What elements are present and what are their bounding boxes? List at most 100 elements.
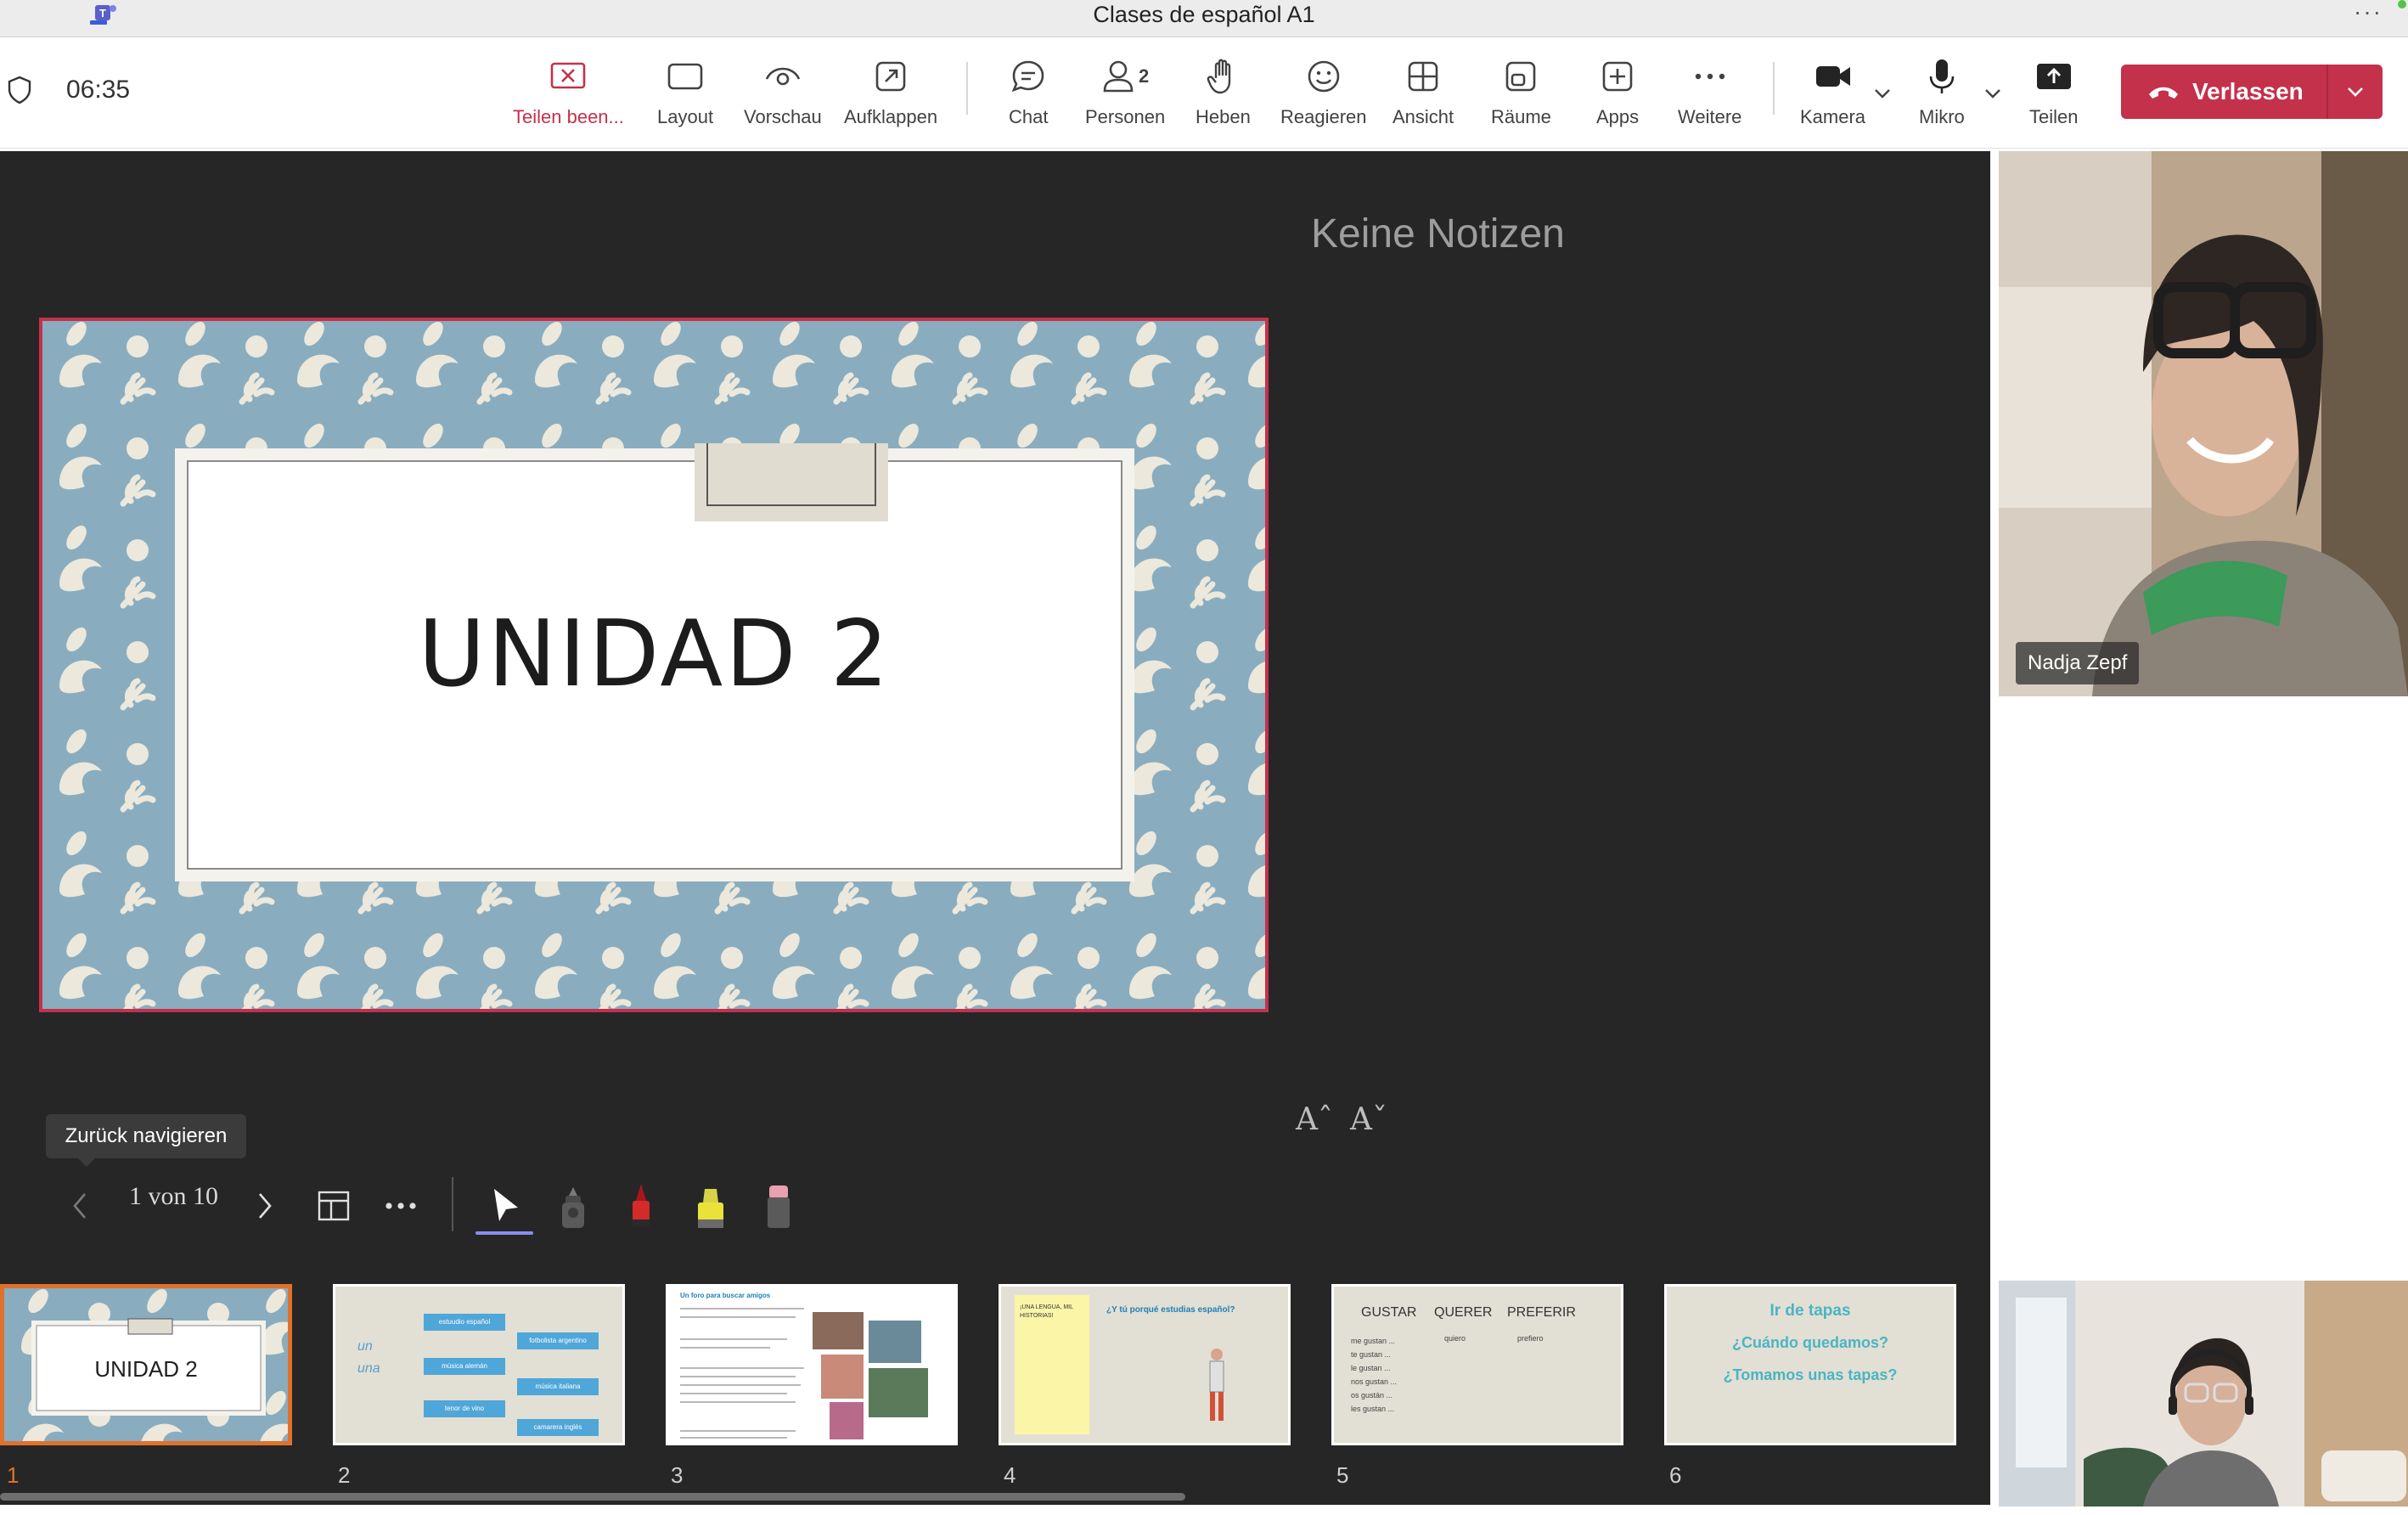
- slide-clip-decoration: [695, 443, 888, 521]
- rooms-icon: [1501, 57, 1540, 96]
- thumbnail-heading: ¿Y tú porqué estudias español?: [1106, 1305, 1235, 1315]
- popout-button[interactable]: Aufklappen: [844, 57, 937, 142]
- thumbnail-header: GUSTAR: [1361, 1305, 1417, 1320]
- thumbnail-slide-5[interactable]: GUSTAR QUERER PREFERIR me gustan ... te g…: [1331, 1284, 1623, 1445]
- current-slide[interactable]: UNIDAD 2: [39, 318, 1269, 1012]
- participants-panel: Nadja Zepf: [1992, 151, 2408, 1515]
- chip: música italiana: [517, 1378, 599, 1395]
- laser-pointer-icon[interactable]: [484, 1180, 526, 1231]
- speaker-notes: Keine Notizen: [1311, 211, 1565, 256]
- shield-icon[interactable]: [7, 76, 32, 104]
- leave-button[interactable]: Verlassen: [2121, 65, 2383, 119]
- leave-main[interactable]: Verlassen: [2121, 65, 2326, 119]
- eraser-icon[interactable]: [757, 1180, 800, 1231]
- apps-button[interactable]: Apps: [1596, 57, 1639, 142]
- thumbnail-heading: Un foro para buscar amigos: [680, 1292, 771, 1299]
- leave-options-button[interactable]: [2328, 65, 2383, 119]
- preview-button[interactable]: Vorschau: [744, 57, 822, 142]
- thumbnail-header: QUERER: [1434, 1305, 1493, 1320]
- popout-label: Aufklappen: [844, 106, 938, 127]
- thumbnail-rows: me gustan ... te gustan ... le gustan ... n…: [1351, 1337, 1398, 1413]
- thumbnail-number: 1: [7, 1462, 20, 1488]
- page-indicator: 1 von 10: [129, 1182, 218, 1210]
- layout-button[interactable]: Layout: [657, 57, 713, 142]
- smiley-icon: [1304, 57, 1343, 96]
- status-dot-icon: [2398, 0, 2406, 8]
- rooms-label: Räume: [1491, 106, 1551, 127]
- leave-label: Verlassen: [2192, 78, 2304, 104]
- thumbnail-title: UNIDAD 2: [94, 1356, 198, 1382]
- toolbar-divider: [966, 62, 968, 115]
- window-more-icon[interactable]: ···: [2354, 0, 2383, 24]
- thumbnail-slide-6[interactable]: Ir de tapas ¿Cuándo quedamos? ¿Tomamos u…: [1664, 1284, 1956, 1445]
- participant-video-frame: [1999, 151, 2408, 696]
- thumbnail-number: 5: [1336, 1462, 1349, 1488]
- view-button[interactable]: Ansicht: [1392, 57, 1454, 142]
- presenter-view: Keine Notizen UNIDAD 2 Aˆ Aˇ Zurück navi…: [0, 151, 1990, 1505]
- meeting-timer: 06:35: [66, 76, 131, 104]
- participant-video-main[interactable]: Nadja Zepf: [1999, 151, 2408, 696]
- camera-button[interactable]: Kamera: [1800, 57, 1865, 142]
- thumbnail-slide-2[interactable]: un una estuudio español música alemán ten…: [333, 1284, 625, 1445]
- raise-hand-label: Heben: [1196, 106, 1251, 127]
- font-increase-button[interactable]: Aˆ: [1296, 1102, 1333, 1137]
- active-tool-indicator: [475, 1231, 533, 1235]
- rooms-button[interactable]: Räume: [1491, 57, 1551, 142]
- thumbnail-note-card: ¡UNA LENGUA, MIL HISTORIAS!: [1015, 1295, 1089, 1434]
- mic-button[interactable]: Mikro: [1919, 57, 1965, 142]
- thumbnail-scrollbar[interactable]: [0, 1493, 1185, 1501]
- chevron-down-icon: [2348, 87, 2363, 97]
- react-label: Reagieren: [1280, 106, 1367, 127]
- slide-title: UNIDAD 2: [418, 601, 892, 707]
- pen-black-icon[interactable]: [552, 1180, 594, 1231]
- more-actions-button[interactable]: Weitere: [1678, 57, 1741, 142]
- ellipsis-icon: [1691, 57, 1730, 96]
- grid-slides-icon[interactable]: [314, 1180, 353, 1231]
- chip: fotbolista argentino: [517, 1332, 599, 1349]
- thumbnail-line: ¿Tomamos unas tapas?: [1723, 1366, 1898, 1383]
- share-label: Teilen: [2029, 106, 2079, 127]
- view-label: Ansicht: [1392, 106, 1454, 127]
- microphone-icon: [1922, 57, 1961, 96]
- self-video-preview[interactable]: [1999, 1281, 2408, 1507]
- thumbnail-content-lines: [680, 1308, 928, 1439]
- thumbnail-slide-1[interactable]: UNIDAD 2: [0, 1284, 292, 1445]
- mic-options-chevron-icon[interactable]: [1982, 82, 2004, 104]
- highlighter-icon[interactable]: [689, 1180, 732, 1231]
- layout-icon: [666, 57, 705, 96]
- people-button[interactable]: 2 Personen: [1085, 57, 1165, 142]
- thumbnail-slide-3[interactable]: Un foro para buscar amigos: [666, 1284, 958, 1445]
- hand-icon: [1203, 57, 1242, 96]
- tooltip: Zurück navigieren: [46, 1114, 246, 1167]
- window-title: Clases de español A1: [1093, 2, 1315, 27]
- window-titlebar: T Clases de español A1 ···: [0, 0, 2408, 37]
- next-slide-icon[interactable]: [253, 1180, 278, 1231]
- pen-red-icon[interactable]: [620, 1180, 662, 1231]
- font-decrease-button[interactable]: Aˇ: [1350, 1102, 1387, 1137]
- camera-label: Kamera: [1800, 106, 1866, 127]
- thumbnail-slide-4[interactable]: ¡UNA LENGUA, MIL HISTORIAS! ¿Y tú porqué…: [999, 1284, 1291, 1445]
- add-app-icon: [1598, 57, 1637, 96]
- stop-sharing-button[interactable]: Teilen been...: [513, 57, 624, 142]
- thumbnail-left-text: un una: [357, 1339, 380, 1376]
- thumbnail-number: 6: [1669, 1462, 1682, 1488]
- presenter-more-icon[interactable]: [380, 1180, 423, 1231]
- thumbnail-number: 4: [1004, 1462, 1016, 1488]
- react-button[interactable]: Reagieren: [1280, 57, 1367, 142]
- thumbnail-number: 2: [338, 1462, 351, 1488]
- share-screen-icon: [2034, 57, 2073, 96]
- popout-icon: [871, 57, 910, 96]
- slide-thumbnails: UNIDAD 2 1 un una estuudio español música…: [0, 1272, 1990, 1505]
- camera-options-chevron-icon[interactable]: [1871, 82, 1893, 104]
- raise-hand-button[interactable]: Heben: [1196, 57, 1251, 142]
- video-camera-icon: [1814, 57, 1853, 96]
- people-label: Personen: [1085, 106, 1166, 127]
- layout-label: Layout: [657, 106, 714, 127]
- slide-title-frame: UNIDAD 2: [187, 460, 1122, 870]
- toolbar-divider: [1773, 62, 1775, 115]
- chat-button[interactable]: Chat: [1009, 57, 1048, 142]
- chip: estuudio español: [424, 1314, 505, 1331]
- share-button[interactable]: Teilen: [2029, 57, 2078, 142]
- previous-slide-icon[interactable]: [66, 1180, 92, 1231]
- mic-label: Mikro: [1919, 106, 1965, 127]
